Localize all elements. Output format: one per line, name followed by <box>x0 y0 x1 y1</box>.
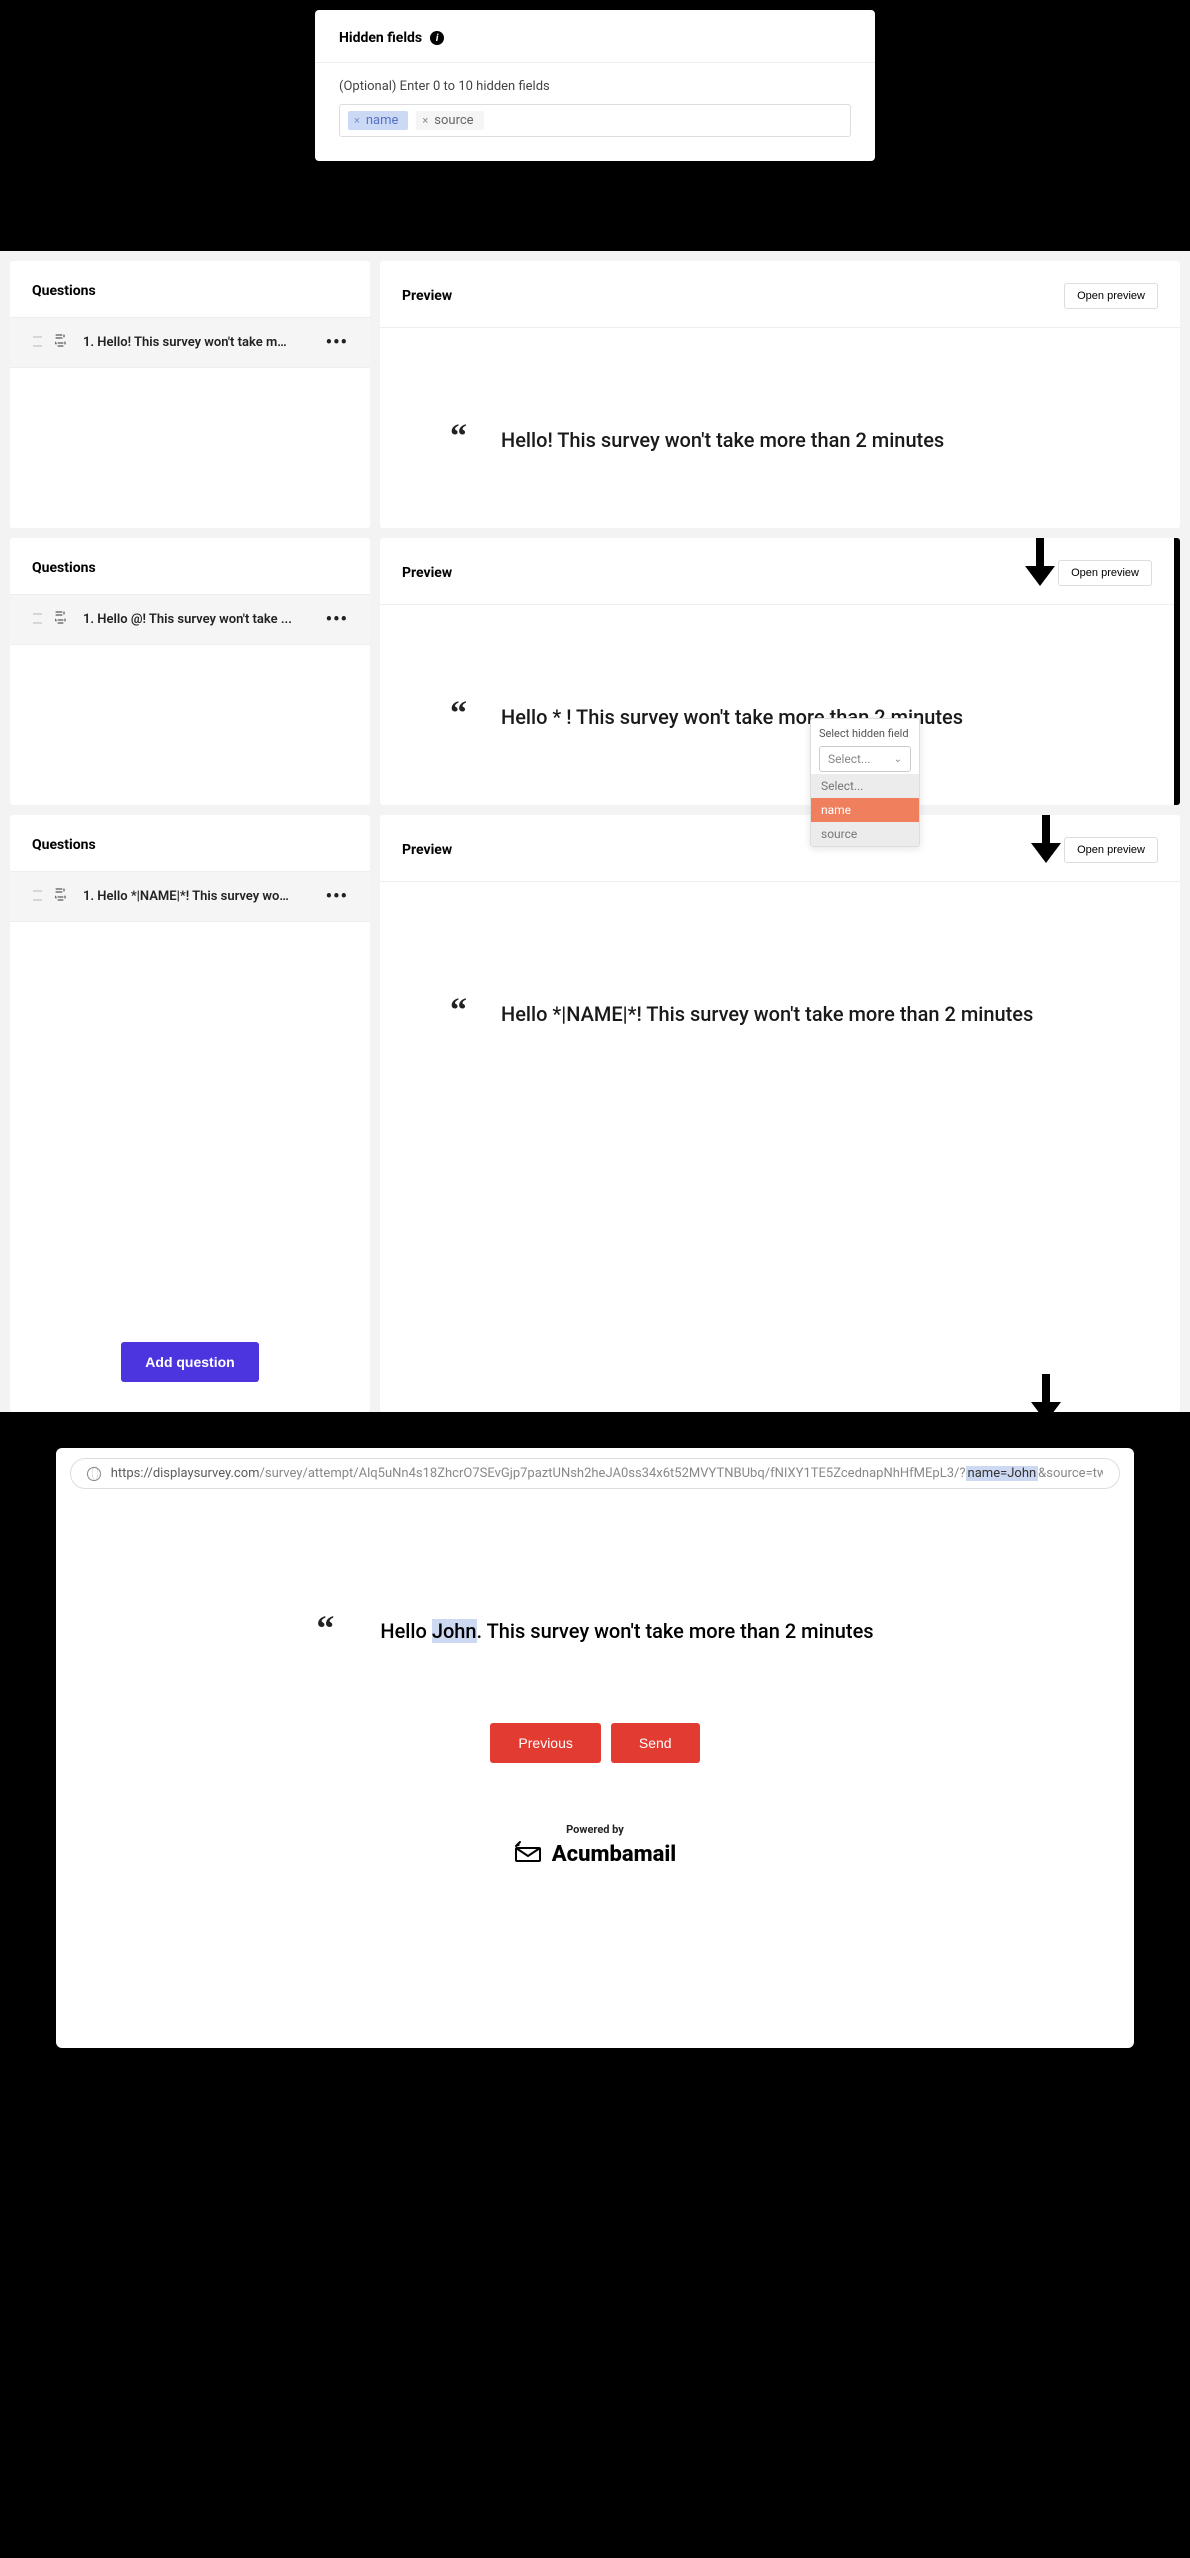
brand-name: Acumbamail <box>552 1842 676 1867</box>
envelope-icon <box>514 1840 542 1868</box>
preview-title: Preview <box>402 842 452 858</box>
editor-row-3: Questions —— 1. Hello *|NAME|*! This sur… <box>0 815 1190 1412</box>
more-icon[interactable]: ••• <box>326 609 348 630</box>
send-button[interactable]: Send <box>611 1723 700 1763</box>
arrow-down-icon <box>591 177 599 247</box>
dropdown-option-source[interactable]: source <box>811 822 919 846</box>
questions-title: Questions <box>10 283 370 317</box>
open-preview-button[interactable]: Open preview <box>1058 560 1152 586</box>
url-text: https://displaysurvey.com/survey/attempt… <box>111 1466 1103 1481</box>
open-preview-button[interactable]: Open preview <box>1064 837 1158 863</box>
tag-label: source <box>434 113 473 128</box>
arrow-down-icon <box>1042 815 1050 863</box>
question-type-icon <box>55 611 71 629</box>
question-item[interactable]: —— 1. Hello @! This survey won't take ..… <box>10 594 370 645</box>
survey-greeting: Hello John. This survey won't take more … <box>380 1619 873 1643</box>
preview-title: Preview <box>402 288 452 304</box>
dropdown-options: Select... name source <box>811 774 919 846</box>
previous-button[interactable]: Previous <box>490 1723 600 1763</box>
hidden-field-dropdown[interactable]: Select hidden field Select... ⌄ Select..… <box>810 718 920 847</box>
globe-icon <box>87 1467 101 1481</box>
quote-icon: “ <box>450 428 467 445</box>
dropdown-placeholder: Select... <box>828 752 870 766</box>
question-item[interactable]: —— 1. Hello *|NAME|*! This survey won'..… <box>10 871 370 922</box>
preview-panel: Preview Open preview “ Hello *|NAME|*! T… <box>380 815 1180 1412</box>
arrow-down-icon <box>1036 538 1044 586</box>
browser-window: https://displaysurvey.com/survey/attempt… <box>56 1448 1134 2048</box>
hidden-fields-input[interactable]: × name × source <box>339 104 851 137</box>
question-text: 1. Hello @! This survey won't take ... <box>83 612 292 627</box>
tag-name[interactable]: × name <box>348 111 408 130</box>
question-type-icon <box>55 888 71 906</box>
preview-text: Hello *|NAME|*! This survey won't take m… <box>501 1002 1033 1026</box>
more-icon[interactable]: ••• <box>326 886 348 907</box>
hidden-fields-header: Hidden fields i <box>315 10 875 63</box>
hidden-fields-title: Hidden fields <box>339 30 422 46</box>
dropdown-option-name[interactable]: name <box>811 798 919 822</box>
chevron-down-icon: ⌄ <box>894 754 902 765</box>
remove-tag-icon[interactable]: × <box>422 114 428 127</box>
open-preview-button[interactable]: Open preview <box>1064 283 1158 309</box>
preview-panel: Preview Open preview “ Hello * ! This su… <box>380 538 1180 805</box>
preview-title: Preview <box>402 565 452 581</box>
hidden-fields-card: Hidden fields i (Optional) Enter 0 to 10… <box>315 10 875 161</box>
tag-source[interactable]: × source <box>416 111 483 130</box>
url-bar[interactable]: https://displaysurvey.com/survey/attempt… <box>70 1458 1120 1489</box>
tag-label: name <box>366 113 399 128</box>
drag-handle-icon[interactable]: —— <box>32 611 43 628</box>
remove-tag-icon[interactable]: × <box>354 114 360 127</box>
editor-row-2: Questions —— 1. Hello @! This survey won… <box>0 538 1190 805</box>
powered-by-label: Powered by <box>96 1823 1094 1836</box>
questions-panel: Questions —— 1. Hello @! This survey won… <box>10 538 370 805</box>
preview-text: Hello! This survey won't take more than … <box>501 428 944 452</box>
question-text: 1. Hello *|NAME|*! This survey won'... <box>83 889 293 904</box>
question-item[interactable]: —— 1. Hello! This survey won't take mo..… <box>10 317 370 368</box>
arrow-down-icon <box>1042 1374 1050 1422</box>
questions-panel: Questions —— 1. Hello! This survey won't… <box>10 261 370 528</box>
question-text: 1. Hello! This survey won't take mo... <box>83 335 293 350</box>
questions-panel: Questions —— 1. Hello *|NAME|*! This sur… <box>10 815 370 1412</box>
quote-icon: “ <box>450 705 467 722</box>
dropdown-header: Select hidden field <box>819 727 911 740</box>
drag-handle-icon[interactable]: —— <box>32 888 43 905</box>
more-icon[interactable]: ••• <box>326 332 348 353</box>
dropdown-select[interactable]: Select... ⌄ <box>819 746 911 772</box>
preview-panel: Preview Open preview “ Hello! This surve… <box>380 261 1180 528</box>
quote-icon: “ <box>316 1619 334 1637</box>
brand-logo[interactable]: Acumbamail <box>96 1840 1094 1868</box>
dropdown-option-select[interactable]: Select... <box>811 774 919 798</box>
quote-icon: “ <box>450 1002 467 1019</box>
drag-handle-icon[interactable]: —— <box>32 334 43 351</box>
add-question-button[interactable]: Add question <box>121 1342 258 1382</box>
questions-title: Questions <box>10 560 370 594</box>
editor-row-1: Questions —— 1. Hello! This survey won't… <box>0 261 1190 528</box>
question-type-icon <box>55 334 71 352</box>
hidden-fields-hint: (Optional) Enter 0 to 10 hidden fields <box>339 79 851 94</box>
info-icon[interactable]: i <box>430 31 444 45</box>
questions-title: Questions <box>10 837 370 871</box>
